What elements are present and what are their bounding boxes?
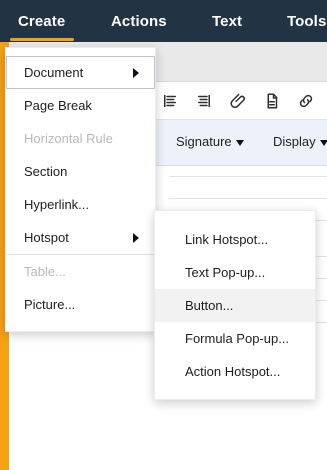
hotspot-submenu: Link Hotspot... Text Pop-up... Button...… bbox=[154, 210, 316, 400]
page-svg bbox=[267, 93, 278, 109]
create-dropdown-menu: Document Page Break Horizontal Rule Sect… bbox=[5, 47, 156, 332]
hotspot-menu-button[interactable]: Button... bbox=[155, 289, 315, 322]
menu-item-label: Table... bbox=[24, 264, 66, 279]
doc-line bbox=[169, 198, 327, 199]
doc-line bbox=[169, 176, 327, 177]
menu-item-label: Action Hotspot... bbox=[185, 364, 281, 379]
paperclip-svg bbox=[230, 93, 245, 109]
paperclip-icon[interactable] bbox=[228, 91, 248, 111]
menu-item-label: Document bbox=[24, 65, 84, 80]
create-menu-section[interactable]: Section bbox=[6, 155, 155, 188]
menu-item-label: Formula Pop-up... bbox=[185, 331, 290, 346]
menu-item-label: Text Pop-up... bbox=[185, 265, 266, 280]
menu-item-label: Page Break bbox=[24, 98, 92, 113]
create-menu-hyperlink[interactable]: Hyperlink... bbox=[6, 188, 155, 221]
chevron-right-icon bbox=[133, 67, 139, 78]
align-right-svg bbox=[198, 95, 210, 107]
align-left-icon[interactable] bbox=[160, 91, 180, 111]
create-menu-hotspot[interactable]: Hotspot bbox=[6, 221, 155, 254]
menu-text[interactable]: Text bbox=[212, 0, 242, 42]
hotspot-menu-text-popup[interactable]: Text Pop-up... bbox=[155, 256, 315, 289]
active-menu-underline bbox=[10, 38, 74, 41]
create-menu-horizontal-rule: Horizontal Rule bbox=[6, 122, 155, 155]
caret-down-icon bbox=[319, 139, 327, 146]
chevron-right-icon bbox=[133, 232, 139, 243]
hotspot-menu-formula-popup[interactable]: Formula Pop-up... bbox=[155, 322, 315, 355]
menu-item-label: Button... bbox=[185, 298, 234, 313]
menu-item-label: Hotspot bbox=[24, 230, 69, 245]
menu-actions[interactable]: Actions bbox=[111, 0, 167, 42]
caret-down-icon bbox=[235, 139, 244, 146]
menu-item-label: Hyperlink... bbox=[24, 197, 90, 212]
align-left-svg bbox=[164, 95, 176, 107]
menu-tools[interactable]: Tools bbox=[287, 0, 326, 42]
signature-dropdown[interactable]: Signature bbox=[176, 134, 244, 149]
menu-item-label: Picture... bbox=[24, 297, 76, 312]
create-menu-document[interactable]: Document bbox=[6, 56, 155, 89]
create-menu-picture[interactable]: Picture... bbox=[6, 288, 155, 321]
create-menu-page-break[interactable]: Page Break bbox=[6, 89, 155, 122]
display-label: Display bbox=[273, 134, 316, 149]
align-right-icon[interactable] bbox=[194, 91, 214, 111]
hotspot-menu-link-hotspot[interactable]: Link Hotspot... bbox=[155, 223, 315, 256]
top-menubar: Create Actions Text Tools bbox=[0, 0, 327, 42]
display-dropdown[interactable]: Display bbox=[273, 134, 327, 149]
app-root: Create Actions Text Tools Signature Disp… bbox=[0, 0, 327, 470]
link-icon[interactable] bbox=[296, 91, 316, 111]
create-menu-table: Table... bbox=[6, 255, 155, 288]
menu-item-label: Horizontal Rule bbox=[24, 131, 113, 146]
link-svg bbox=[299, 94, 313, 108]
menu-item-label: Section bbox=[24, 164, 68, 179]
page-icon[interactable] bbox=[262, 91, 282, 111]
menu-item-label: Link Hotspot... bbox=[185, 232, 269, 247]
signature-label: Signature bbox=[176, 134, 232, 149]
hotspot-menu-action-hotspot[interactable]: Action Hotspot... bbox=[155, 355, 315, 388]
menu-create[interactable]: Create bbox=[18, 0, 65, 42]
